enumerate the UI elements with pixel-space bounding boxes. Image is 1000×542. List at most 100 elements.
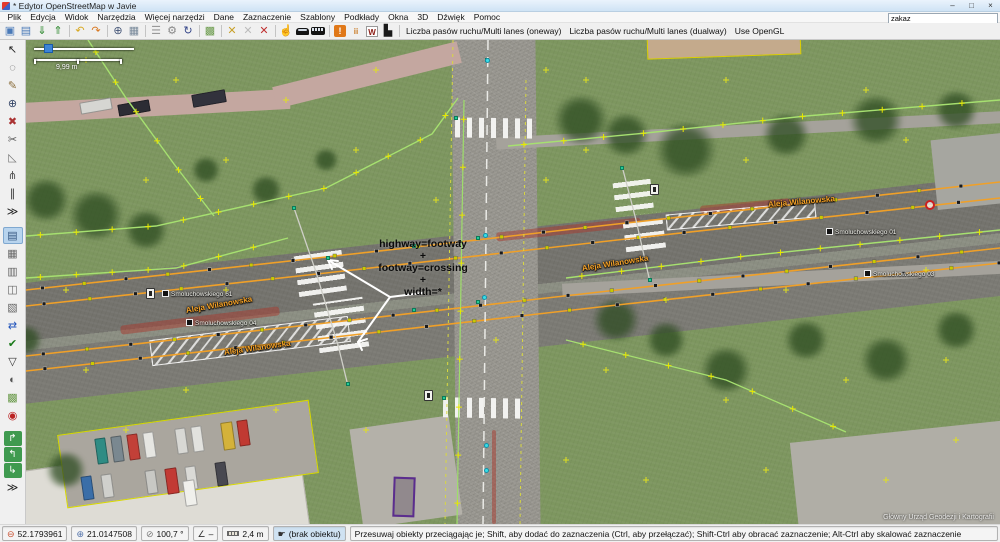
map-canvas[interactable]: Aleja WilanowskaAleja WilanowskaAleja Wi… <box>26 40 1000 524</box>
gps-point-marker <box>879 107 885 113</box>
tags-panel-toggle[interactable]: ▦ <box>3 245 23 262</box>
toolbar-text-button-1[interactable]: Liczba pasów ruchu/Multi lanes (dualway) <box>565 25 730 37</box>
menu-zaznaczenie[interactable]: Zaznaczenie <box>238 12 295 23</box>
selection-panel-toggle[interactable]: ▥ <box>3 263 23 280</box>
menu-narz-dzia[interactable]: Narzędzia <box>93 12 140 23</box>
tool-sidebar: ↖◌✎⊕✖✂◺⋔∥≫▤▦▥◫▧⇄✔▽◐▩◉↱↰↳≫ <box>0 40 26 524</box>
window-title: * Edytor OpenStreetMap w Javie <box>13 1 136 11</box>
pan-hand-icon[interactable]: ☝ <box>278 24 294 39</box>
minimap-toggle[interactable]: ▩ <box>3 389 23 406</box>
search-input[interactable] <box>888 13 998 24</box>
gps-point-marker <box>619 268 625 274</box>
split-way-tool[interactable]: ✂ <box>3 131 23 148</box>
menu-d-wi-k[interactable]: Dźwięk <box>433 12 469 23</box>
turn-restriction-c[interactable]: ↳ <box>4 463 22 478</box>
menu-edycja[interactable]: Edycja <box>26 12 61 23</box>
gps-point-marker <box>857 241 863 247</box>
menu-szablony[interactable]: Szablony <box>296 12 340 23</box>
shortcuts-icon[interactable]: ☰ <box>148 24 164 39</box>
way-node <box>806 282 810 286</box>
bus-icon <box>311 27 325 35</box>
close-button[interactable]: × <box>981 0 1000 12</box>
minimize-button[interactable]: – <box>943 0 962 12</box>
bus-icon[interactable] <box>310 24 326 39</box>
toolbar-text-button-2[interactable]: Use OpenGL <box>731 25 789 37</box>
menu-pomoc[interactable]: Pomoc <box>469 12 504 23</box>
mappaint-panel-toggle[interactable]: ◐ <box>3 371 23 388</box>
refresh-icon[interactable]: ↻ <box>180 24 196 39</box>
settings-gear-icon[interactable]: ⚙ <box>164 24 180 39</box>
menu-podk-ady[interactable]: Podkłady <box>340 12 384 23</box>
way-node <box>499 251 503 255</box>
rotate-tool-gray-icon[interactable]: ✕ <box>240 24 256 39</box>
zoom-tool[interactable]: ⊕ <box>3 95 23 112</box>
turn-restriction-b[interactable]: ↰ <box>4 447 22 462</box>
menu-3d[interactable]: 3D <box>413 12 433 23</box>
zoom-slider-handle[interactable] <box>44 44 53 53</box>
gps-point-marker <box>385 153 391 159</box>
menu-widok[interactable]: Widok <box>60 12 93 23</box>
toolbar-separator <box>399 25 400 37</box>
connection-node <box>412 308 416 312</box>
toolbar-text-button-0[interactable]: Liczba pasów ruchu/Multi lanes (oneway) <box>402 25 565 37</box>
winter-w-icon: W <box>366 26 378 37</box>
maximize-button[interactable]: □ <box>962 0 981 12</box>
way-node <box>91 362 95 366</box>
menu-plik[interactable]: Plik <box>3 12 26 23</box>
filter-panel-toggle[interactable]: ▽ <box>3 353 23 370</box>
connection-node <box>648 278 652 282</box>
lasso-tool[interactable]: ◌ <box>3 59 23 76</box>
factory-icon[interactable]: ▙ <box>380 24 396 39</box>
way-node <box>774 221 778 225</box>
highlighted-node <box>485 58 490 63</box>
rotate-tool-yellow-icon[interactable]: ✕ <box>224 24 240 39</box>
layers-panel-toggle[interactable]: ▤ <box>3 227 23 244</box>
rotate-tool-red-icon[interactable]: ✕ <box>256 24 272 39</box>
properties-panel-toggle[interactable]: ▧ <box>3 299 23 316</box>
draw-node-tool[interactable]: ✎ <box>3 77 23 94</box>
way-node <box>759 287 763 291</box>
toolbar-separator <box>107 25 108 37</box>
gps-marker-tool[interactable]: ◉ <box>3 407 23 424</box>
longitude-readout: ⊕ 21.0147508 <box>71 526 136 541</box>
imagery-attribution: Główny Urząd Geodezji i Kartografii <box>883 514 994 521</box>
turn-restriction-a[interactable]: ↱ <box>4 431 22 446</box>
new-layer-icon[interactable]: ▣ <box>2 24 18 39</box>
improve-accuracy-tool[interactable]: ⋔ <box>3 167 23 184</box>
winter-w-icon[interactable]: W <box>364 24 380 39</box>
gps-point-marker <box>743 157 749 163</box>
menu-okna[interactable]: Okna <box>384 12 413 23</box>
more-panels[interactable]: ≫ <box>3 479 23 496</box>
menu-wi-cej-narz-dzi[interactable]: Więcej narzędzi <box>140 12 209 23</box>
address-label: Smoluchowskiego 03 <box>864 270 934 278</box>
way-node <box>41 352 45 356</box>
more-tools[interactable]: ≫ <box>3 203 23 220</box>
preferences-icon[interactable]: ▦ <box>126 24 142 39</box>
gps-point-marker <box>223 157 229 163</box>
validator-panel-toggle[interactable]: ✔ <box>3 335 23 352</box>
relations-panel-toggle[interactable]: ◫ <box>3 281 23 298</box>
delete-tool[interactable]: ✖ <box>3 113 23 130</box>
imagery-tile-icon[interactable]: ▩ <box>202 24 218 39</box>
way-node <box>173 338 177 342</box>
way-node <box>819 216 823 220</box>
pointer-icon: ☛ <box>278 529 286 539</box>
undo-icon[interactable]: ↶ <box>72 24 88 39</box>
transport-stop-icon <box>650 184 659 195</box>
angle-tool[interactable]: ◺ <box>3 149 23 166</box>
warning-sign-icon[interactable]: ! <box>332 24 348 39</box>
conflicts-panel-toggle[interactable]: ⇄ <box>3 317 23 334</box>
menu-dane[interactable]: Dane <box>209 12 238 23</box>
redo-icon[interactable]: ↷ <box>88 24 104 39</box>
pedestrian-crossing-icon[interactable]: ii <box>348 24 364 39</box>
toolbar-separator <box>69 25 70 37</box>
gps-point-marker <box>723 397 729 403</box>
open-file-icon[interactable]: ▤ <box>18 24 34 39</box>
gps-point-marker <box>603 367 609 373</box>
download-data-icon[interactable]: ⇓ <box>34 24 50 39</box>
car-icon[interactable] <box>294 24 310 39</box>
select-tool[interactable]: ↖ <box>3 41 23 58</box>
parallel-way-tool[interactable]: ∥ <box>3 185 23 202</box>
zoom-to-selection-icon[interactable]: ⊕ <box>110 24 126 39</box>
upload-data-icon[interactable]: ⇑ <box>50 24 66 39</box>
